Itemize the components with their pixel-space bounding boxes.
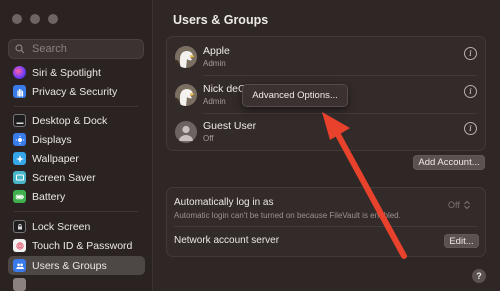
siri-icon bbox=[13, 66, 26, 79]
sidebar-item-lock-screen[interactable]: Lock Screen bbox=[8, 217, 145, 236]
screen-saver-icon bbox=[13, 171, 26, 184]
page-title: Users & Groups bbox=[173, 13, 269, 27]
sidebar-item-displays[interactable]: Displays bbox=[8, 130, 145, 149]
row-divider bbox=[203, 75, 477, 76]
auto-login-label: Automatically log in as bbox=[174, 197, 274, 208]
info-icon[interactable]: i bbox=[464, 85, 477, 98]
eagle-avatar bbox=[175, 46, 197, 68]
sidebar-item-label: Battery bbox=[32, 190, 66, 203]
auto-login-value: Off bbox=[448, 199, 460, 210]
sidebar-divider bbox=[14, 211, 138, 212]
network-server-label: Network account server bbox=[174, 235, 280, 246]
users-icon bbox=[13, 259, 26, 272]
partial-icon bbox=[13, 277, 26, 291]
sidebar-item-privacy-security[interactable]: Privacy & Security bbox=[8, 82, 145, 101]
minimize-window-button[interactable] bbox=[30, 14, 40, 24]
sidebar-item-label: Users & Groups bbox=[32, 259, 107, 272]
help-button[interactable]: ? bbox=[472, 269, 486, 283]
user-name: Guest User bbox=[203, 120, 257, 132]
sidebar: Siri & Spotlight Privacy & Security Desk… bbox=[0, 0, 153, 291]
auto-login-note: Automatic login can't be turned on becau… bbox=[174, 211, 401, 220]
search-field[interactable] bbox=[8, 39, 144, 59]
user-role: Off bbox=[203, 134, 214, 143]
sidebar-item-label: Privacy & Security bbox=[32, 85, 118, 98]
wallpaper-icon bbox=[13, 152, 26, 165]
zoom-window-button[interactable] bbox=[48, 14, 58, 24]
sidebar-item-label: Siri & Spotlight bbox=[32, 66, 101, 79]
sidebar-item-label: Desktop & Dock bbox=[32, 114, 108, 127]
search-icon bbox=[15, 44, 25, 54]
sidebar-item-wallpaper[interactable]: Wallpaper bbox=[8, 149, 145, 168]
sidebar-item-label: Lock Screen bbox=[32, 220, 91, 233]
sidebar-item-partial[interactable] bbox=[8, 277, 145, 291]
sidebar-divider bbox=[14, 106, 138, 107]
row-divider bbox=[174, 226, 478, 227]
user-name: Apple bbox=[203, 45, 230, 57]
auto-login-select[interactable]: Off bbox=[448, 198, 478, 211]
advanced-options-menu-item[interactable]: Advanced Options... bbox=[242, 84, 348, 107]
sidebar-item-label: Touch ID & Password bbox=[32, 239, 133, 252]
close-window-button[interactable] bbox=[12, 14, 22, 24]
person-avatar-icon bbox=[175, 121, 197, 143]
add-account-button[interactable]: Add Account... bbox=[413, 155, 485, 170]
edit-network-server-button[interactable]: Edit... bbox=[444, 234, 479, 248]
info-icon[interactable]: i bbox=[464, 122, 477, 135]
chevron-updown-icon bbox=[463, 200, 470, 209]
sidebar-item-touch-id-password[interactable]: Touch ID & Password bbox=[8, 236, 145, 255]
sidebar-item-siri-spotlight[interactable]: Siri & Spotlight bbox=[8, 63, 145, 82]
info-icon[interactable]: i bbox=[464, 47, 477, 60]
lock-screen-icon bbox=[13, 220, 26, 233]
row-divider bbox=[203, 113, 477, 114]
battery-icon bbox=[13, 190, 26, 203]
settings-window: Siri & Spotlight Privacy & Security Desk… bbox=[0, 0, 500, 291]
search-input[interactable] bbox=[30, 42, 144, 56]
sun-icon bbox=[13, 133, 26, 146]
sidebar-item-label: Screen Saver bbox=[32, 171, 96, 184]
hand-icon bbox=[13, 85, 26, 98]
user-row-guest[interactable]: Guest User Off i bbox=[173, 117, 479, 147]
user-row-apple[interactable]: Apple Admin i bbox=[173, 42, 479, 72]
user-role: Admin bbox=[203, 59, 226, 68]
user-role: Admin bbox=[203, 97, 226, 106]
sidebar-item-battery[interactable]: Battery bbox=[8, 187, 145, 206]
fingerprint-icon bbox=[13, 239, 26, 252]
sidebar-item-screen-saver[interactable]: Screen Saver bbox=[8, 168, 145, 187]
sidebar-item-users-groups[interactable]: Users & Groups bbox=[8, 256, 145, 275]
sidebar-item-label: Wallpaper bbox=[32, 152, 79, 165]
sidebar-item-label: Displays bbox=[32, 133, 72, 146]
sidebar-item-desktop-dock[interactable]: Desktop & Dock bbox=[8, 111, 145, 130]
dock-icon bbox=[13, 114, 26, 127]
window-controls bbox=[12, 14, 58, 24]
eagle-avatar bbox=[175, 84, 197, 106]
